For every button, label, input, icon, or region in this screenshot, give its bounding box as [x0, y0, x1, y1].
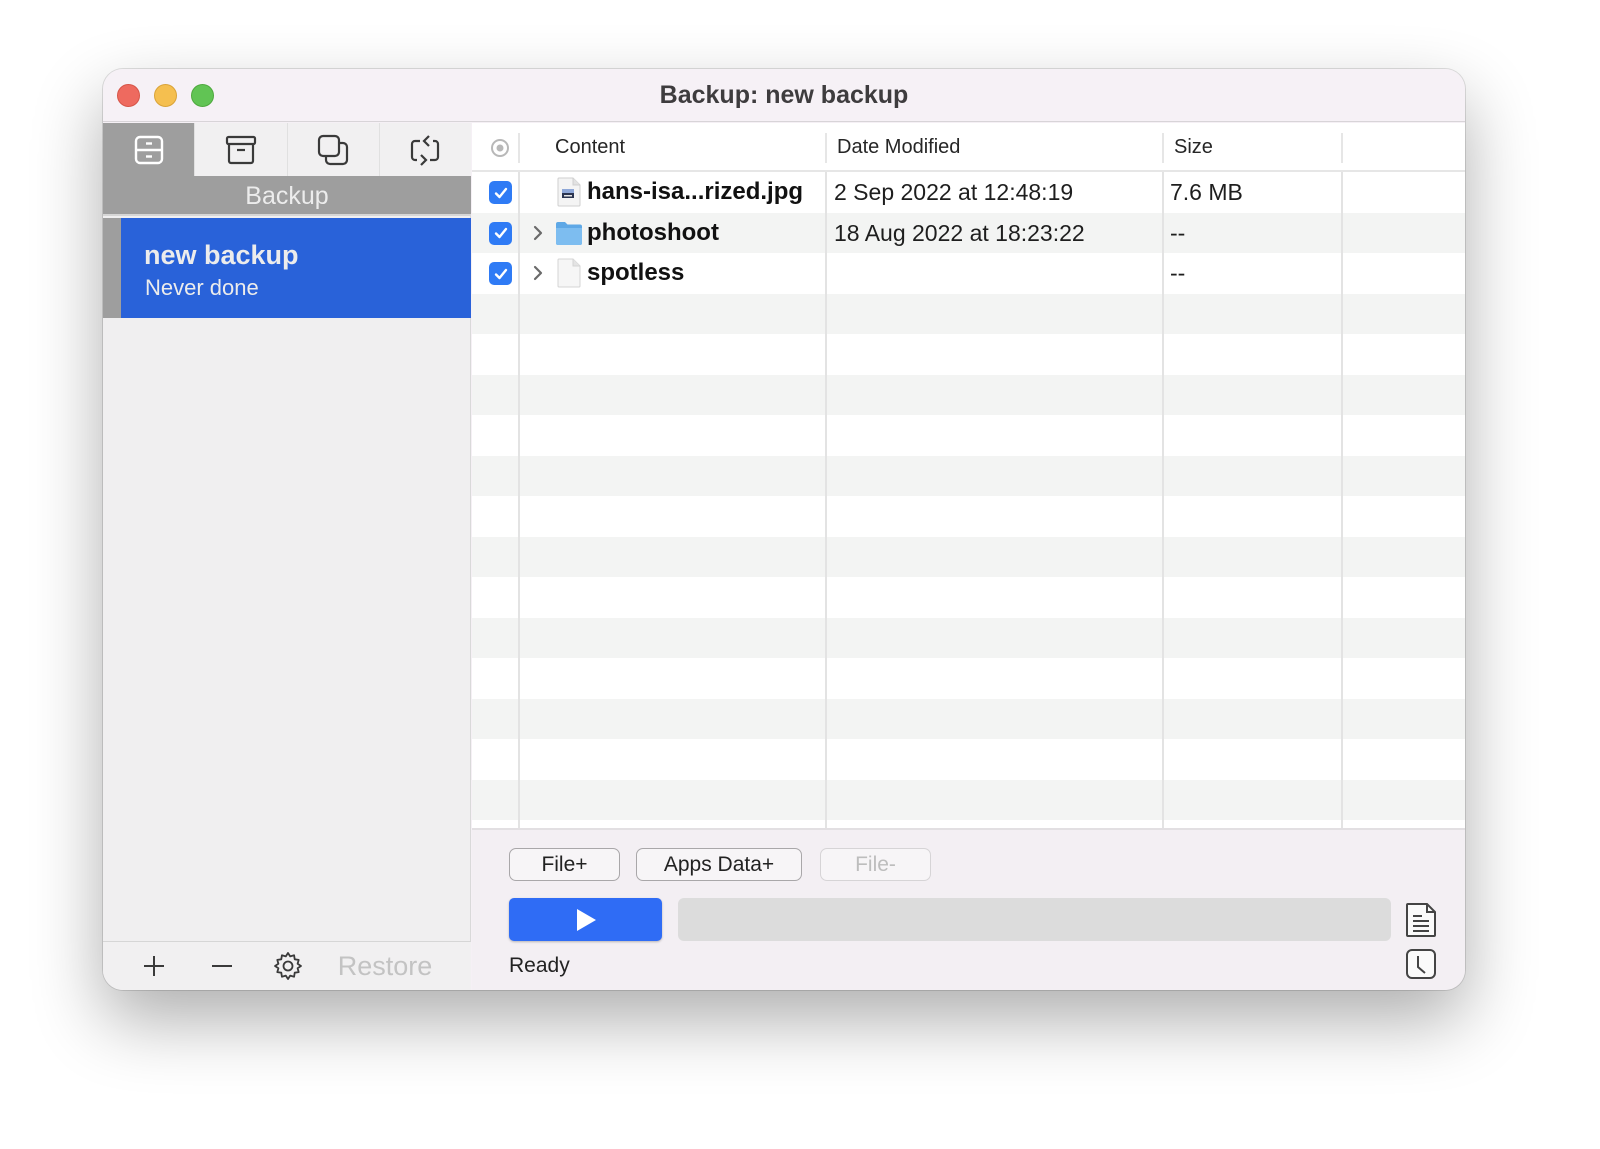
file-date-modified: 18 Aug 2022 at 18:23:22 [834, 219, 1085, 246]
disclosure-chevron-icon[interactable] [531, 261, 545, 285]
tab-archive[interactable] [195, 123, 288, 176]
tab-backup[interactable] [103, 123, 196, 176]
drawer-icon [134, 135, 163, 164]
empty-row [472, 739, 1465, 780]
sidebar-footer: Restore [103, 941, 471, 990]
column-header-date-modified[interactable]: Date Modified [837, 123, 960, 172]
play-icon [576, 908, 596, 931]
empty-row [472, 779, 1465, 820]
file-name: hans-isa...rized.jpg [587, 178, 804, 205]
content-table: Content Date Modified Size hans-isa...ri… [472, 123, 1465, 828]
backup-status: Never done [145, 275, 259, 300]
file-name: photoshoot [587, 218, 719, 246]
duplicate-icon [318, 134, 349, 165]
sync-icon [411, 134, 440, 166]
restore-button[interactable]: Restore [335, 950, 435, 982]
tab-clone[interactable] [288, 123, 380, 176]
remove-backup-button[interactable] [207, 950, 237, 982]
archive-box-icon [225, 135, 256, 164]
title-bar: Backup: new backup [103, 69, 1465, 122]
empty-row [472, 415, 1465, 456]
table-header: Content Date Modified Size [472, 123, 1465, 172]
section-title: Backup [103, 176, 471, 216]
empty-row [472, 334, 1465, 375]
column-separator[interactable] [1162, 133, 1164, 163]
empty-row [472, 577, 1465, 618]
sidebar: Backup new backup Never done Restore [103, 123, 471, 990]
empty-row [472, 496, 1465, 537]
app-window: Backup: new backup Backup new backup Nev… [103, 69, 1465, 990]
gear-icon [274, 952, 302, 980]
column-divider [825, 172, 827, 828]
status-text: Ready [509, 954, 570, 977]
column-separator [518, 133, 520, 163]
include-checkbox[interactable] [489, 262, 512, 285]
remove-file-button[interactable]: File- [820, 848, 931, 881]
backup-list-item[interactable]: new backup Never done [103, 218, 471, 318]
add-backup-button[interactable] [139, 950, 169, 982]
include-checkbox[interactable] [489, 221, 512, 245]
column-divider [1341, 172, 1343, 828]
column-divider [518, 172, 520, 828]
backup-name: new backup [144, 240, 299, 270]
backup-progress-bar [678, 898, 1391, 941]
empty-row [472, 617, 1465, 658]
include-checkbox[interactable] [489, 181, 512, 204]
settings-button[interactable] [271, 950, 305, 982]
table-row[interactable]: spotless -- [472, 253, 1465, 294]
disclosure-chevron-icon[interactable] [531, 221, 545, 245]
run-backup-button[interactable] [509, 898, 662, 941]
column-separator[interactable] [1341, 133, 1343, 163]
window-title: Backup: new backup [659, 81, 909, 109]
file-date-modified: 2 Sep 2022 at 12:48:19 [834, 179, 1074, 205]
add-apps-data-button[interactable]: Apps Data+ [636, 848, 802, 881]
table-body: hans-isa...rized.jpg 2 Sep 2022 at 12:48… [472, 172, 1465, 828]
empty-row [472, 698, 1465, 739]
column-divider [1162, 172, 1164, 828]
file-size: -- [1170, 219, 1186, 246]
column-header-size[interactable]: Size [1174, 123, 1213, 172]
file-size: 7.6 MB [1170, 179, 1243, 205]
plus-icon [144, 956, 164, 976]
table-row[interactable]: hans-isa...rized.jpg 2 Sep 2022 at 12:48… [472, 172, 1465, 213]
checkmark-icon [494, 268, 507, 279]
schedule-clock-icon[interactable] [1404, 947, 1438, 983]
empty-row [472, 293, 1465, 334]
column-header-content[interactable]: Content [555, 123, 625, 172]
document-icon [557, 258, 581, 288]
select-all-radio-icon[interactable] [490, 138, 510, 158]
empty-row [472, 658, 1465, 699]
action-panel: File+ Apps Data+ File- Ready [472, 828, 1465, 990]
empty-row [472, 374, 1465, 415]
checkmark-icon [494, 187, 507, 198]
add-file-button[interactable]: File+ [509, 848, 620, 881]
sidebar-tab-bar [103, 123, 471, 176]
image-file-icon [557, 177, 581, 207]
empty-row [472, 536, 1465, 577]
tab-sync[interactable] [380, 123, 471, 176]
column-separator[interactable] [825, 133, 827, 163]
file-name: spotless [587, 259, 685, 286]
table-row[interactable]: photoshoot 18 Aug 2022 at 18:23:22 -- [472, 212, 1465, 253]
folder-icon [556, 221, 582, 245]
file-size: -- [1170, 260, 1186, 286]
log-document-icon[interactable] [1404, 902, 1438, 938]
empty-row [472, 455, 1465, 496]
checkmark-icon [494, 227, 507, 239]
minus-icon [212, 965, 232, 967]
